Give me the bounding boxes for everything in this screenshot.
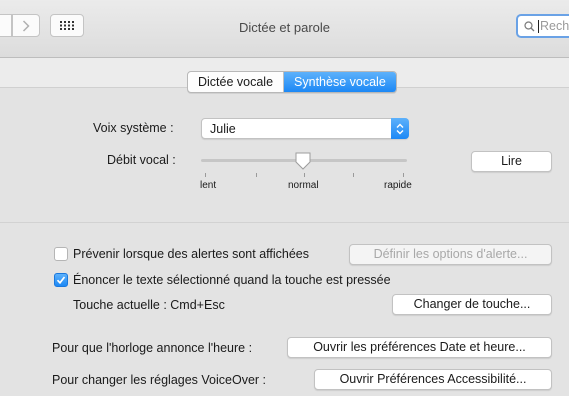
voice-label: Voix système : xyxy=(93,121,174,135)
text-cursor xyxy=(538,19,539,33)
alert-options-button[interactable]: Définir les options d'alerte... xyxy=(349,244,552,265)
voice-popup[interactable]: Julie xyxy=(201,118,409,139)
search-placeholder: Rech xyxy=(540,19,569,33)
voice-value: Julie xyxy=(210,122,236,136)
tick-label-normal: normal xyxy=(288,180,319,191)
rate-slider-thumb[interactable] xyxy=(294,152,312,170)
speak-selection-label: Énoncer le texte sélectionné quand la to… xyxy=(73,273,391,287)
toolbar: Dictée et parole Rech xyxy=(0,0,569,58)
alerts-label: Prévenir lorsque des alertes sont affich… xyxy=(73,247,310,261)
tab-synthese-vocale[interactable]: Synthèse vocale xyxy=(284,72,396,92)
clock-label: Pour que l'horloge annonce l'heure : xyxy=(52,341,253,355)
tick-mark xyxy=(205,173,206,177)
voiceover-label: Pour changer les réglages VoiceOver : xyxy=(52,373,267,387)
open-accessibility-button[interactable]: Ouvrir Préférences Accessibilité... xyxy=(314,369,552,390)
play-button[interactable]: Lire xyxy=(471,151,552,172)
tab-dictee-vocale[interactable]: Dictée vocale xyxy=(188,72,285,92)
tick-mark xyxy=(304,173,305,177)
section-divider xyxy=(0,222,569,223)
updown-arrows-icon xyxy=(391,118,409,139)
window-title: Dictée et parole xyxy=(238,20,331,35)
alerts-checkbox[interactable] xyxy=(54,247,68,261)
search-field[interactable]: Rech xyxy=(516,14,569,38)
tick-mark xyxy=(403,173,404,177)
search-icon xyxy=(524,20,535,31)
tick-label-rapide: rapide xyxy=(384,180,412,191)
tick-mark xyxy=(353,173,354,177)
open-date-time-button[interactable]: Ouvrir les préférences Date et heure... xyxy=(287,337,552,358)
tick-mark xyxy=(256,173,257,177)
rate-label: Débit vocal : xyxy=(107,153,176,167)
change-key-button[interactable]: Changer de touche... xyxy=(392,294,552,315)
current-key-label: Touche actuelle : Cmd+Esc xyxy=(73,298,225,312)
tick-label-lent: lent xyxy=(200,180,217,191)
speak-selection-checkbox[interactable] xyxy=(54,273,68,287)
checkmark-icon xyxy=(56,276,66,285)
tab-selector: Dictée vocale Synthèse vocale xyxy=(187,71,397,93)
